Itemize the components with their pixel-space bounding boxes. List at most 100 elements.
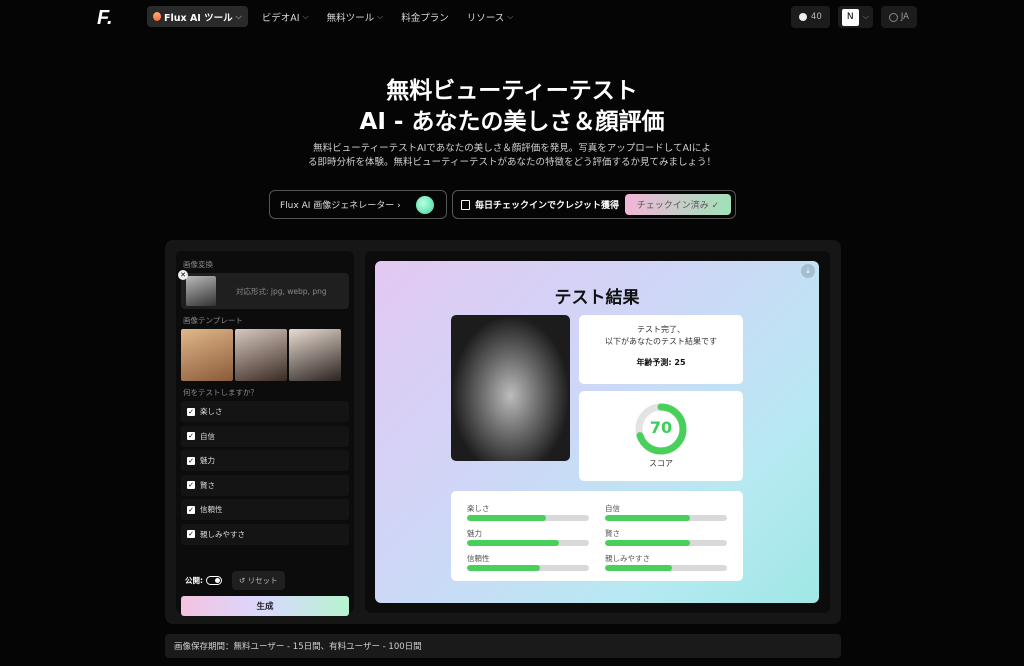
uploaded-thumbnail	[186, 276, 216, 306]
result-message-line-2: 以下があなたのテスト結果です	[605, 337, 717, 346]
checkin-button[interactable]: チェックイン済み ✓	[625, 194, 731, 215]
user-menu[interactable]: N ⌵	[837, 6, 873, 28]
test-option[interactable]: ✓ 自信	[181, 425, 349, 447]
nav-item-resources[interactable]: リソース ⌵	[463, 6, 518, 27]
result-area: ⤓ テスト結果 テスト完了、 以下があなたのテスト結果です 年齢予測: 25 7…	[365, 251, 830, 613]
nav-right: 40 N ⌵ JA	[790, 6, 917, 28]
title-line-2: AI - あなたの美しさ＆顔評価	[359, 109, 665, 135]
test-option[interactable]: ✓ 賢さ	[181, 474, 349, 496]
result-card: ⤓ テスト結果 テスト完了、 以下があなたのテスト結果です 年齢予測: 25 7…	[375, 261, 819, 603]
reset-button[interactable]: ↺ リセット	[232, 571, 285, 590]
checkbox-checked-icon[interactable]: ✓	[187, 407, 195, 416]
upload-section-label: 画像変換	[183, 260, 213, 269]
test-option[interactable]: ✓ 信頼性	[181, 499, 349, 521]
chevron-down-icon: ⌵	[302, 11, 309, 21]
trait-bar-fill	[605, 515, 691, 521]
logo[interactable]: F.	[97, 7, 113, 29]
trait-bar-track	[605, 515, 727, 521]
toggle-switch[interactable]	[206, 576, 222, 585]
nav-item-video-ai[interactable]: ビデオAI ⌵	[258, 6, 313, 27]
trait-label: 魅力	[467, 529, 482, 538]
nav-item-free-tools[interactable]: 無料ツール ⌵	[323, 6, 388, 27]
template-thumbnail[interactable]	[181, 329, 233, 381]
image-generator-button[interactable]: Flux AI 画像ジェネレーター ›	[269, 190, 447, 219]
result-portrait	[451, 315, 570, 461]
download-icon[interactable]: ⤓	[801, 264, 815, 278]
trait-bar: 魅力	[467, 528, 589, 546]
trait-bar: 賢さ	[605, 528, 727, 546]
template-thumbnail[interactable]	[289, 329, 341, 381]
generate-button[interactable]: 生成	[181, 596, 349, 616]
desc-line-1: 無料ビューティーテストAIであなたの美しさ＆顔評価を発見。写真をアップロードして…	[313, 143, 711, 154]
test-section-label: 何をテストしますか？	[183, 388, 258, 397]
credits-badge[interactable]: 40	[790, 6, 830, 28]
chevron-down-icon: ⌵	[235, 11, 242, 21]
template-section-label: 画像テンプレート	[183, 316, 243, 325]
trait-bar-track	[467, 540, 589, 546]
public-toggle[interactable]: 公開:	[181, 571, 226, 590]
trait-bar: 楽しさ	[467, 503, 589, 521]
chevron-down-icon: ⌵	[507, 11, 514, 21]
language-selector[interactable]: JA	[880, 6, 917, 28]
reset-icon: ↺	[239, 576, 246, 585]
test-option-label: 親しみやすさ	[200, 529, 245, 539]
test-option-label: 賢さ	[200, 480, 215, 490]
gift-icon	[461, 199, 470, 210]
trait-bar-track	[467, 515, 589, 521]
test-option[interactable]: ✓ 魅力	[181, 450, 349, 472]
close-icon[interactable]: ✕	[178, 270, 188, 280]
coin-icon	[798, 13, 807, 21]
age-prediction: 年齢予測: 25	[636, 358, 686, 367]
template-list	[181, 329, 349, 381]
gem-icon	[416, 196, 434, 214]
trait-bar-fill	[605, 565, 673, 571]
template-thumbnail[interactable]	[235, 329, 287, 381]
checkbox-checked-icon[interactable]: ✓	[187, 505, 195, 514]
nav-item-label: ビデオAI	[261, 12, 300, 24]
upload-formats: 対応形式: jpg, webp, png	[236, 286, 327, 296]
page-title: 無料ビューティーテスト AI - あなたの美しさ＆顔評価	[0, 76, 1024, 138]
checkbox-checked-icon[interactable]: ✓	[187, 456, 195, 465]
language-label: JA	[900, 12, 909, 22]
trait-bar-track	[605, 565, 727, 571]
nav-item-pricing[interactable]: 料金プラン	[397, 6, 453, 27]
test-option[interactable]: ✓ 親しみやすさ	[181, 523, 349, 545]
tool-panel: 画像変換 ✕ 対応形式: jpg, webp, png 画像テンプレート 何をテ…	[165, 240, 841, 624]
score-card: 70 スコア	[579, 391, 743, 481]
checkbox-checked-icon[interactable]: ✓	[187, 530, 195, 539]
chevron-down-icon: ⌵	[377, 11, 384, 21]
test-option[interactable]: ✓ 楽しさ	[181, 401, 349, 422]
trait-bar-track	[467, 565, 589, 571]
test-option-label: 魅力	[200, 456, 215, 466]
test-option-label: 楽しさ	[200, 407, 223, 416]
result-message-line-1: テスト完了、	[637, 325, 685, 334]
settings-sidebar: 画像変換 ✕ 対応形式: jpg, webp, png 画像テンプレート 何をテ…	[176, 251, 354, 616]
test-options: ✓ 楽しさ ✓ 自信 ✓ 魅力 ✓ 賢さ ✓ 信頼性 ✓ 親しみやすさ	[181, 401, 349, 545]
image-upload-area[interactable]: ✕ 対応形式: jpg, webp, png	[178, 270, 349, 309]
trait-bar: 自信	[605, 503, 727, 521]
chevron-down-icon: ⌵	[862, 12, 869, 21]
trait-bars-card: 楽しさ 自信 魅力 賢さ 信頼性 親しみやすさ	[451, 491, 743, 581]
trait-label: 楽しさ	[467, 504, 490, 513]
image-generator-label: Flux AI 画像ジェネレーター ›	[280, 201, 401, 211]
credits-count: 40	[810, 12, 822, 22]
score-label: スコア	[649, 459, 673, 468]
trait-bar-fill	[467, 515, 547, 521]
test-option-label: 信頼性	[200, 505, 223, 515]
nav-item-flux-tools[interactable]: Flux AI ツール ⌵	[147, 6, 248, 27]
checkbox-checked-icon[interactable]: ✓	[187, 432, 195, 441]
trait-bar-track	[605, 540, 727, 546]
nav-item-label: 料金プラン	[401, 12, 449, 24]
nav-item-label: 無料ツール	[326, 12, 375, 24]
checkbox-checked-icon[interactable]: ✓	[187, 481, 195, 490]
public-label: 公開:	[185, 576, 203, 585]
nav-menu: Flux AI ツール ⌵ ビデオAI ⌵ 無料ツール ⌵ 料金プラン リソース…	[147, 6, 517, 27]
score-value: 70	[649, 418, 673, 437]
nav-item-label: Flux AI ツール	[164, 12, 233, 24]
desc-line-2: る即時分析を体験。無料ビューティーテストがあなたの特徴をどう評価するか見てみまし…	[308, 157, 716, 168]
reset-label: リセット	[247, 576, 278, 585]
trait-bar: 親しみやすさ	[605, 553, 727, 571]
globe-icon	[888, 12, 898, 22]
avatar: N	[841, 8, 859, 26]
flame-icon	[153, 12, 161, 21]
